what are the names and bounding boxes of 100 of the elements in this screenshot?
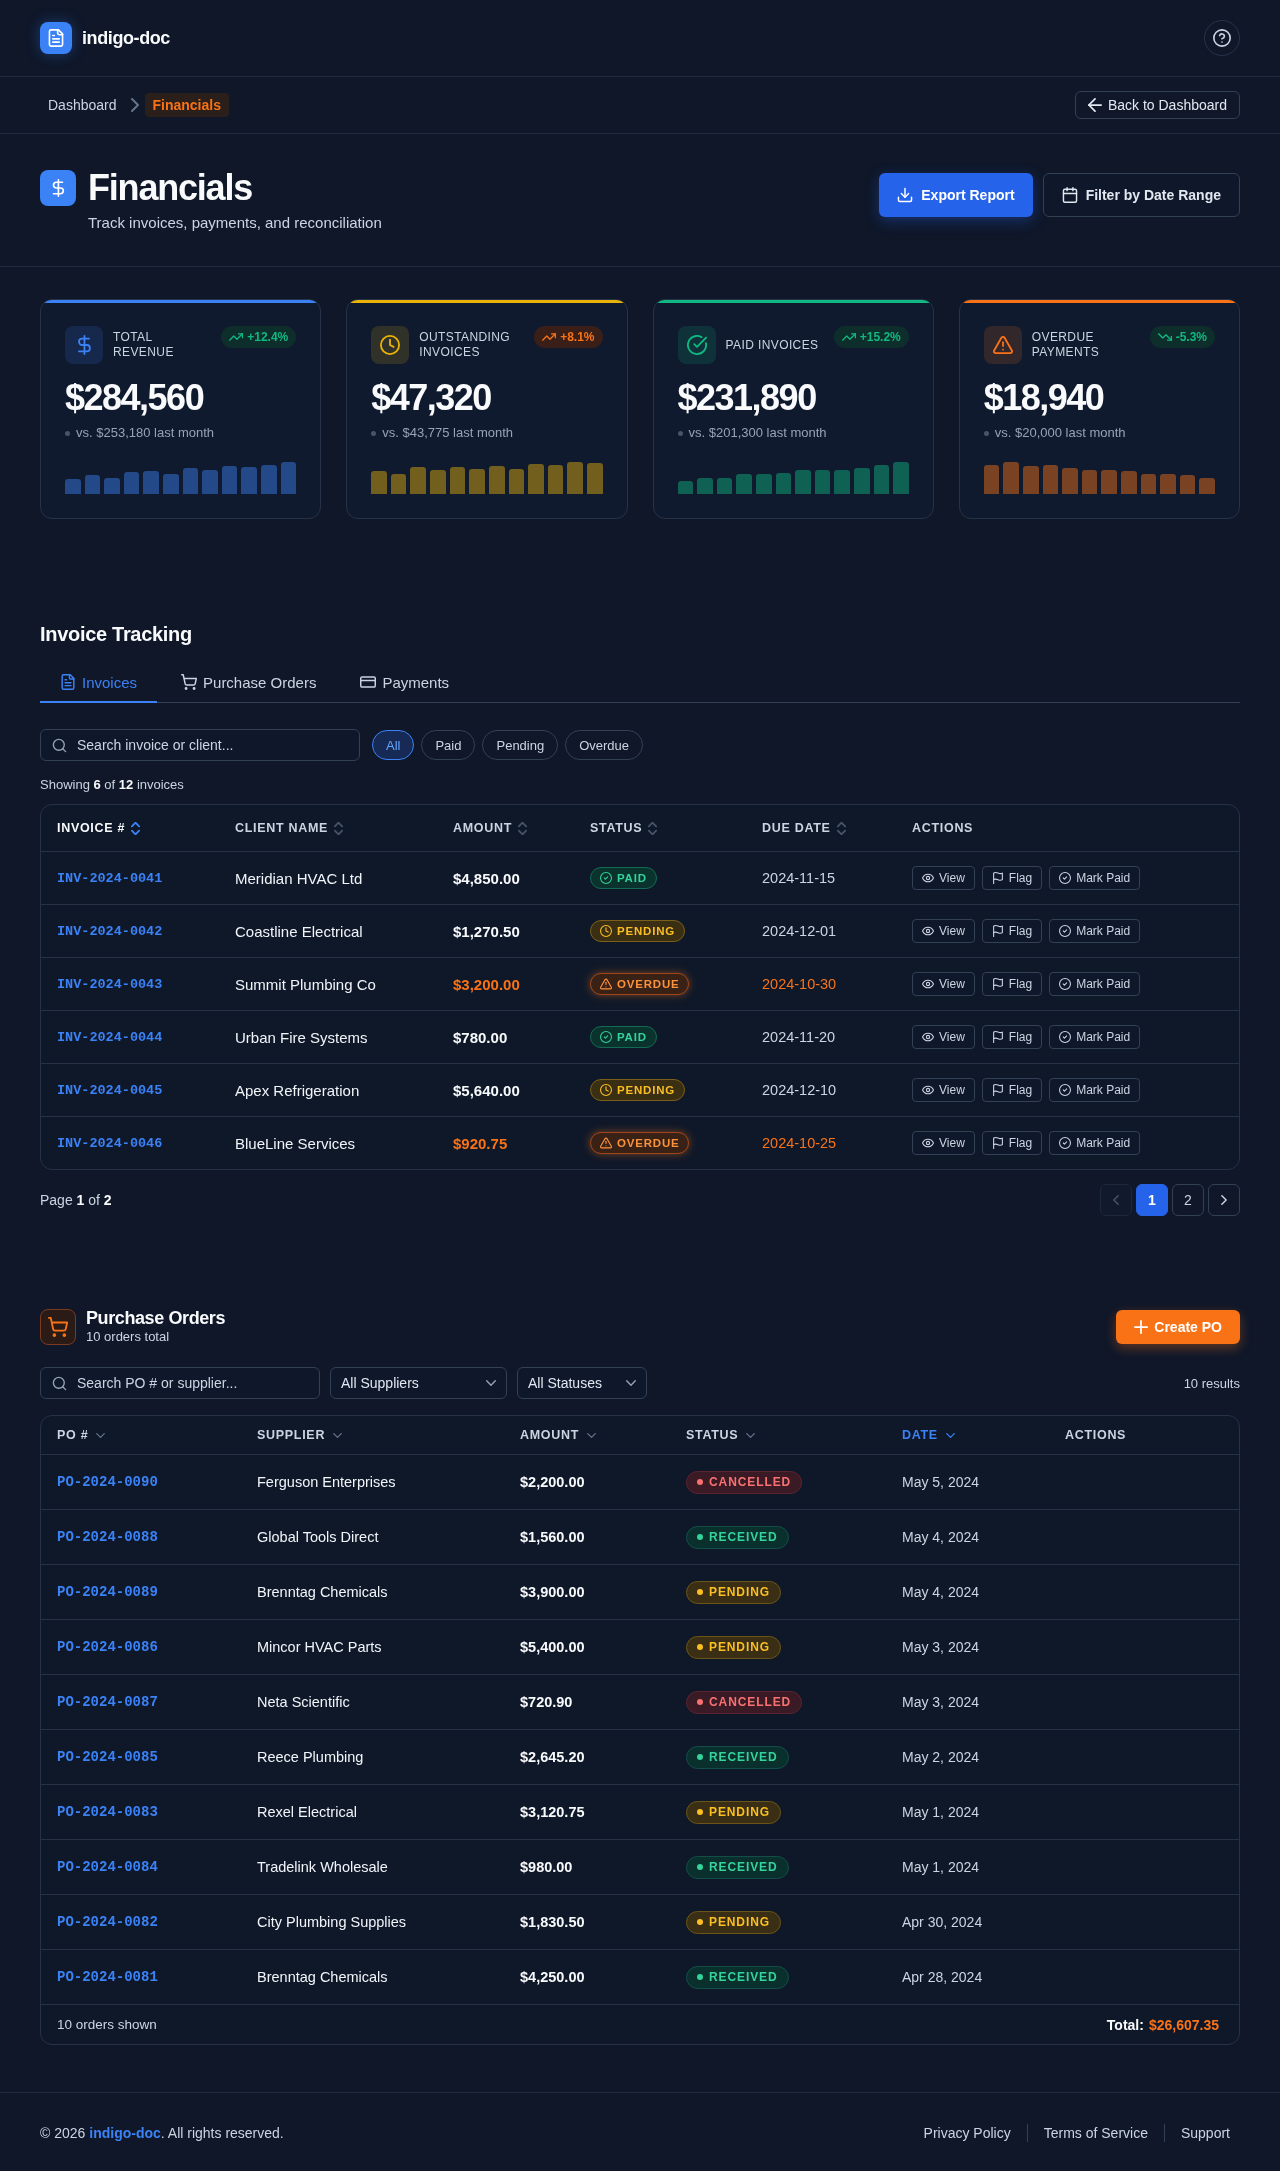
status-dot-icon — [697, 1919, 703, 1925]
view-button[interactable]: View — [912, 1131, 975, 1155]
footer-link[interactable]: Terms of Service — [1027, 2124, 1164, 2141]
filter-dropdown[interactable]: All Suppliers — [330, 1367, 507, 1399]
supplier-name: Reece Plumbing — [257, 1749, 364, 1765]
search-field[interactable]: Search PO # or supplier... — [40, 1367, 320, 1399]
flag-button[interactable]: Flag — [981, 1078, 1043, 1102]
due-date: 2024-10-25 — [762, 1135, 837, 1151]
column-header[interactable]: PO # — [57, 1428, 89, 1442]
column-header[interactable]: STATUS — [590, 821, 643, 835]
document-icon — [60, 674, 76, 690]
po-number-link[interactable]: PO-2024-0081 — [57, 1969, 158, 1985]
column-header[interactable]: STATUS — [686, 1428, 739, 1442]
column-header[interactable]: CLIENT NAME — [235, 821, 329, 835]
po-number-link[interactable]: PO-2024-0085 — [57, 1749, 158, 1765]
chevron-down-icon — [626, 1380, 636, 1386]
mark-paid-button[interactable]: Mark Paid — [1049, 1078, 1141, 1102]
invoice-number-link[interactable]: INV-2024-0042 — [57, 923, 163, 939]
check-circle-icon — [1059, 978, 1072, 990]
mark-paid-button[interactable]: Mark Paid — [1049, 866, 1141, 890]
po-number-link[interactable]: PO-2024-0087 — [57, 1694, 158, 1710]
view-button[interactable]: View — [912, 866, 975, 890]
plus-icon — [1134, 1319, 1149, 1334]
column-header[interactable]: DATE — [902, 1428, 938, 1442]
brand-link[interactable]: indigo-doc — [89, 2124, 161, 2141]
amount-text: $5,400.00 — [520, 1639, 585, 1655]
filter-chip[interactable]: All — [372, 730, 415, 760]
due-date: 2024-12-01 — [762, 923, 837, 939]
sparkline-bar — [163, 474, 179, 494]
back-button[interactable]: Back to Dashboard — [1074, 91, 1240, 119]
sparkline-bar — [65, 479, 81, 494]
export-button[interactable]: Export Report — [879, 173, 1033, 217]
chevron-right-icon — [1221, 1195, 1227, 1205]
filter-dropdown[interactable]: All Statuses — [517, 1367, 647, 1399]
status-text: RECEIVED — [709, 1750, 778, 1764]
sparkline-bar — [834, 470, 850, 494]
sparkline-bar — [677, 481, 694, 494]
page-title: Financials — [88, 168, 253, 208]
sparkline-bar — [390, 474, 407, 494]
status-dot-icon — [697, 1864, 703, 1870]
nav-tab[interactable]: Payments — [340, 663, 470, 703]
status-dot-icon — [697, 1479, 703, 1485]
po-number-link[interactable]: PO-2024-0086 — [57, 1639, 158, 1655]
sparkline-bar — [983, 465, 1000, 494]
flag-button[interactable]: Flag — [981, 866, 1043, 890]
flag-icon — [991, 872, 1004, 884]
status-dot-icon — [697, 1754, 703, 1760]
supplier-name: Mincor HVAC Parts — [257, 1639, 382, 1655]
flag-button[interactable]: Flag — [981, 972, 1043, 996]
amount-text: $4,250.00 — [520, 1969, 585, 1985]
column-header[interactable]: DUE DATE — [762, 821, 831, 835]
page-button[interactable]: 1 — [1136, 1184, 1168, 1216]
column-header[interactable]: SUPPLIER — [257, 1428, 326, 1442]
view-button[interactable]: View — [912, 1025, 975, 1049]
calendar-icon — [1061, 187, 1078, 203]
po-number-link[interactable]: PO-2024-0082 — [57, 1914, 158, 1930]
flag-button[interactable]: Flag — [981, 1025, 1043, 1049]
invoice-number-link[interactable]: INV-2024-0045 — [57, 1082, 163, 1098]
invoice-number-link[interactable]: INV-2024-0043 — [57, 976, 163, 992]
comparison-text: vs. $20,000 last month — [994, 424, 1126, 442]
mark-paid-button[interactable]: Mark Paid — [1049, 972, 1141, 996]
po-number-link[interactable]: PO-2024-0090 — [57, 1474, 158, 1490]
column-header[interactable]: AMOUNT — [453, 821, 513, 835]
column-header[interactable]: INVOICE # — [57, 821, 126, 835]
mark-paid-button[interactable]: Mark Paid — [1049, 919, 1141, 943]
nav-tab[interactable]: Invoices — [40, 663, 158, 703]
nav-tab[interactable]: Purchase Orders — [161, 663, 337, 703]
invoice-number-link[interactable]: INV-2024-0046 — [57, 1135, 163, 1151]
footer-link[interactable]: Support — [1164, 2124, 1240, 2141]
kpi-value: $47,320 — [371, 378, 491, 418]
view-button[interactable]: View — [912, 972, 975, 996]
po-number-link[interactable]: PO-2024-0084 — [57, 1859, 158, 1875]
view-button[interactable]: View — [912, 919, 975, 943]
amount-text: $1,270.50 — [453, 922, 520, 940]
date-filter-button[interactable]: Filter by Date Range — [1042, 173, 1240, 217]
search-field[interactable]: Search invoice or client... — [40, 729, 360, 761]
view-button[interactable]: View — [912, 1078, 975, 1102]
flag-button[interactable]: Flag — [981, 1131, 1043, 1155]
invoice-number-link[interactable]: INV-2024-0041 — [57, 870, 163, 886]
sparkline-bar — [1199, 478, 1216, 494]
client-name: Meridian HVAC Ltd — [235, 869, 363, 887]
column-header[interactable]: AMOUNT — [520, 1428, 580, 1442]
flag-button[interactable]: Flag — [981, 919, 1043, 943]
status-text: PENDING — [617, 1084, 675, 1096]
footer-link[interactable]: Privacy Policy — [907, 2124, 1027, 2141]
mark-paid-button[interactable]: Mark Paid — [1049, 1131, 1141, 1155]
sparkline-bar — [182, 468, 199, 494]
supplier-name: Rexel Electrical — [257, 1804, 357, 1820]
amount-text: $3,200.00 — [453, 975, 520, 993]
po-number-link[interactable]: PO-2024-0083 — [57, 1804, 158, 1820]
mark-paid-button[interactable]: Mark Paid — [1049, 1025, 1141, 1049]
breadcrumb-link[interactable]: Dashboard — [40, 93, 125, 117]
invoice-number-link[interactable]: INV-2024-0044 — [57, 1029, 163, 1045]
status-dot-icon — [697, 1589, 703, 1595]
po-number-link[interactable]: PO-2024-0089 — [57, 1584, 158, 1600]
next-page-button[interactable] — [1208, 1184, 1240, 1216]
client-name: Urban Fire Systems — [235, 1028, 368, 1046]
po-number-link[interactable]: PO-2024-0088 — [57, 1529, 158, 1545]
page-button[interactable]: 2 — [1172, 1184, 1204, 1216]
status-text: OVERDUE — [617, 1137, 680, 1149]
